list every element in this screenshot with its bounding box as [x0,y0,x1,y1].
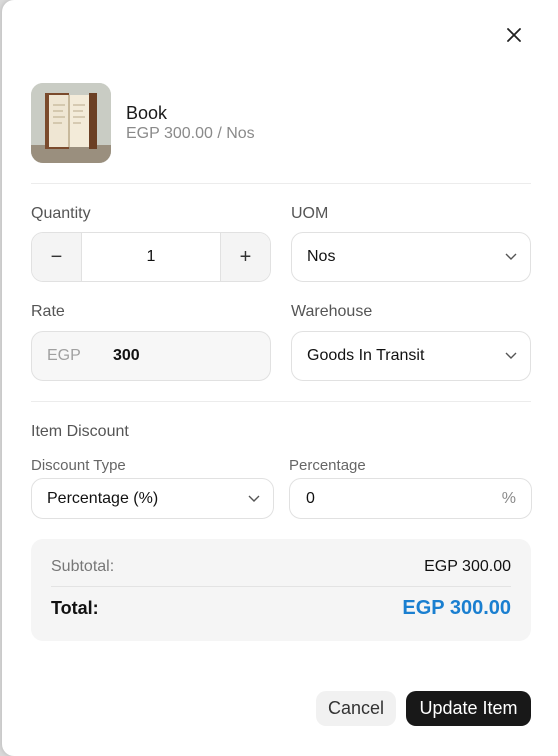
total-label: Total: [51,598,99,618]
rate-currency: EGP [47,347,81,364]
quantity-stepper: − 1 + [31,232,271,282]
subtotal-label: Subtotal: [51,558,115,575]
summary-divider [51,586,511,587]
warehouse-label: Warehouse [291,303,373,320]
percentage-input[interactable]: 0 % [289,478,532,519]
item-discount-heading: Item Discount [31,423,129,440]
chevron-down-icon [504,250,518,264]
close-icon [507,28,521,42]
edit-item-modal: Book EGP 300.00 / Nos Quantity − 1 + UOM… [2,0,558,756]
increase-quantity-button[interactable]: + [220,233,270,281]
item-header: Book EGP 300.00 / Nos [31,83,255,163]
chevron-down-icon [247,492,261,506]
update-item-button[interactable]: Update Item [406,691,531,726]
uom-selected: Nos [307,248,336,265]
uom-select[interactable]: Nos [291,232,531,282]
divider [31,401,531,402]
quantity-input[interactable]: 1 [82,233,220,281]
total-row: Total: EGP 300.00 [51,597,511,620]
warehouse-select[interactable]: Goods In Transit [291,331,531,381]
percentage-label: Percentage [289,457,366,474]
subtotal-value: EGP 300.00 [424,558,511,575]
uom-label: UOM [291,205,329,222]
percentage-value: 0 [306,489,315,507]
close-button[interactable] [502,23,526,47]
total-value: EGP 300.00 [402,597,511,619]
decrease-quantity-button[interactable]: − [32,233,82,281]
rate-label: Rate [31,303,65,320]
divider [31,183,531,184]
discount-type-select[interactable]: Percentage (%) [31,478,274,519]
discount-type-selected: Percentage (%) [47,489,159,507]
warehouse-selected: Goods In Transit [307,347,425,364]
subtotal-row: Subtotal: EGP 300.00 [51,558,511,576]
totals-summary: Subtotal: EGP 300.00 Total: EGP 300.00 [31,539,531,641]
chevron-down-icon [504,349,518,363]
item-name: Book [126,103,168,123]
discount-type-label: Discount Type [31,457,126,474]
item-price: EGP 300.00 / Nos [126,125,255,142]
rate-value: 300 [113,347,140,364]
item-image [31,83,111,163]
rate-input[interactable]: EGP 300 [31,331,271,381]
percent-sign: % [501,489,516,507]
cancel-button[interactable]: Cancel [316,691,396,726]
quantity-label: Quantity [31,205,91,222]
